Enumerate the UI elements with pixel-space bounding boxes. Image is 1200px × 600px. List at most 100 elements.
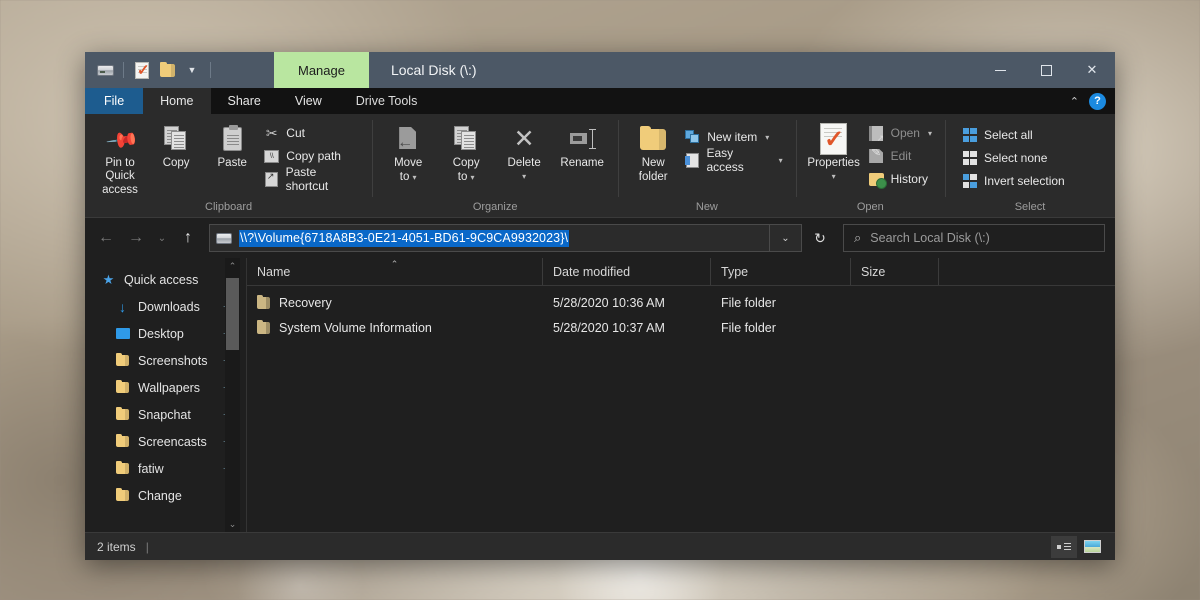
large-icons-view-button[interactable]: [1079, 536, 1105, 558]
pane-divider[interactable]: [246, 258, 247, 532]
folder-icon: [257, 294, 270, 309]
back-button[interactable]: ←: [91, 223, 121, 253]
new-folder-icon[interactable]: [157, 60, 177, 80]
scrollbar-track[interactable]: [225, 274, 240, 516]
sidebar-item-screencasts[interactable]: Screencasts 📌: [85, 428, 247, 455]
properties-caret-icon[interactable]: ▾: [832, 170, 836, 183]
sidebar-item-snapchat[interactable]: Snapchat 📌: [85, 401, 247, 428]
open-caret-icon[interactable]: ▾: [928, 129, 932, 138]
properties-icon[interactable]: [132, 60, 152, 80]
properties-icon: [820, 122, 848, 156]
search-input[interactable]: ⌕ Search Local Disk (\:): [843, 224, 1105, 252]
easy-access-label: Easy access: [706, 146, 744, 174]
easy-access-button[interactable]: Easy access ▾: [681, 146, 788, 174]
details-view-button[interactable]: [1051, 535, 1077, 558]
sidebar-item-desktop[interactable]: Desktop 📌: [85, 320, 247, 347]
table-row[interactable]: System Volume Information 5/28/2020 10:3…: [247, 315, 1115, 340]
explorer-body: ★ Quick access ↓ Downloads 📌 Desktop 📌 S…: [85, 258, 1115, 532]
sidebar-item-change[interactable]: Change: [85, 482, 247, 509]
column-header-size[interactable]: Size: [851, 258, 939, 285]
copy-button[interactable]: Copy: [148, 119, 204, 170]
sidebar-item-quick-access[interactable]: ★ Quick access: [85, 266, 247, 293]
copy-path-icon: \\: [263, 149, 280, 163]
tab-view[interactable]: View: [278, 88, 339, 114]
maximize-button[interactable]: [1023, 52, 1069, 88]
history-button[interactable]: History: [865, 168, 938, 190]
copy-to-caret-icon[interactable]: ▾: [471, 173, 475, 182]
forward-button[interactable]: →: [121, 223, 151, 253]
invert-selection-label: Invert selection: [984, 174, 1065, 188]
tab-drive-tools[interactable]: Drive Tools: [339, 88, 435, 114]
copy-label: Copy: [162, 157, 190, 169]
copy-to-button[interactable]: Copy to ▾: [437, 119, 495, 184]
minimize-button[interactable]: [977, 52, 1023, 88]
new-folder-button[interactable]: New folder: [625, 119, 681, 184]
copy-path-button[interactable]: \\ Copy path: [260, 145, 365, 167]
view-mode-buttons: [1051, 535, 1111, 558]
recent-locations-button[interactable]: ⌄: [151, 223, 173, 253]
open-button[interactable]: Open ▾: [865, 122, 938, 144]
select-all-button[interactable]: Select all: [958, 124, 1071, 146]
select-none-button[interactable]: Select none: [958, 147, 1071, 169]
edit-button[interactable]: Edit: [865, 145, 938, 167]
up-button[interactable]: ↑: [173, 223, 203, 253]
sidebar-item-fatiw[interactable]: fatiw 📌: [85, 455, 247, 482]
scroll-up-icon[interactable]: ⌃: [229, 258, 237, 274]
paste-button[interactable]: Paste: [204, 119, 260, 170]
tab-file[interactable]: File: [85, 88, 144, 114]
sort-ascending-icon: ⌃: [390, 259, 399, 269]
scissors-icon: ✂: [265, 124, 278, 141]
paste-shortcut-button[interactable]: Paste shortcut: [260, 165, 365, 193]
copy-to-label-1: Copy: [452, 157, 480, 169]
sidebar-scrollbar[interactable]: ⌃ ⌄: [225, 258, 240, 532]
column-header-date-modified[interactable]: Date modified: [543, 258, 711, 285]
folder-icon: [115, 461, 130, 474]
contextual-tab-manage[interactable]: Manage: [274, 52, 369, 88]
desktop-icon: [115, 328, 130, 339]
column-header-filler: [939, 258, 1115, 285]
scroll-down-icon[interactable]: ⌄: [229, 516, 237, 532]
close-button[interactable]: ✕: [1069, 52, 1115, 88]
folder-icon: [115, 407, 130, 420]
invert-selection-icon: [961, 174, 978, 188]
customize-qat-caret-icon[interactable]: ▼: [182, 60, 202, 80]
rename-button[interactable]: Rename: [553, 119, 611, 170]
delete-button[interactable]: ✕ Delete ▾: [495, 119, 553, 183]
properties-button[interactable]: Properties ▾: [803, 119, 865, 183]
file-rows: Recovery 5/28/2020 10:36 AM File folder …: [247, 286, 1115, 532]
move-to-button[interactable]: ← Move to ▾: [379, 119, 437, 184]
new-item-caret-icon[interactable]: ▾: [765, 133, 769, 142]
file-name: Recovery: [279, 295, 332, 310]
tab-share[interactable]: Share: [211, 88, 278, 114]
ribbon-group-clipboard: 📌 Pin to Quick access Copy Paste ✂ Cut \…: [85, 114, 372, 217]
scrollbar-thumb[interactable]: [226, 278, 239, 350]
qat-divider-2: [210, 62, 211, 78]
edit-label: Edit: [890, 149, 912, 163]
drive-icon[interactable]: [95, 60, 115, 80]
help-icon[interactable]: ?: [1089, 92, 1106, 110]
sidebar-item-screenshots[interactable]: Screenshots 📌: [85, 347, 247, 374]
sidebar-item-wallpapers[interactable]: Wallpapers 📌: [85, 374, 247, 401]
easy-access-caret-icon[interactable]: ▾: [779, 156, 783, 165]
delete-caret-icon[interactable]: ▾: [522, 170, 526, 183]
address-dropdown-button[interactable]: ⌄: [770, 224, 802, 252]
address-input[interactable]: \\?\Volume{6718A8B3-0E21-4051-BD61-9C9CA…: [209, 224, 770, 252]
pin-to-quick-access-button[interactable]: 📌 Pin to Quick access: [92, 119, 148, 197]
folder-icon: [115, 353, 130, 366]
column-header-name[interactable]: ⌃ Name: [247, 258, 543, 285]
new-item-button[interactable]: New item ▾: [681, 126, 788, 148]
invert-selection-button[interactable]: Invert selection: [958, 170, 1071, 192]
table-row[interactable]: Recovery 5/28/2020 10:36 AM File folder: [247, 290, 1115, 315]
move-to-caret-icon[interactable]: ▾: [413, 173, 417, 182]
column-header-type[interactable]: Type: [711, 258, 851, 285]
cut-button[interactable]: ✂ Cut: [260, 122, 365, 144]
sidebar-item-downloads[interactable]: ↓ Downloads 📌: [85, 293, 247, 320]
sidebar-label: Downloads: [138, 299, 200, 314]
select-all-label: Select all: [984, 128, 1033, 142]
refresh-button[interactable]: ↻: [805, 224, 835, 252]
tab-home[interactable]: Home: [143, 88, 211, 114]
open-icon: [868, 125, 885, 144]
pin-label-1: Pin to Quick: [105, 157, 135, 182]
collapse-ribbon-icon[interactable]: ⌃: [1070, 95, 1079, 108]
copy-path-label: Copy path: [286, 149, 341, 163]
